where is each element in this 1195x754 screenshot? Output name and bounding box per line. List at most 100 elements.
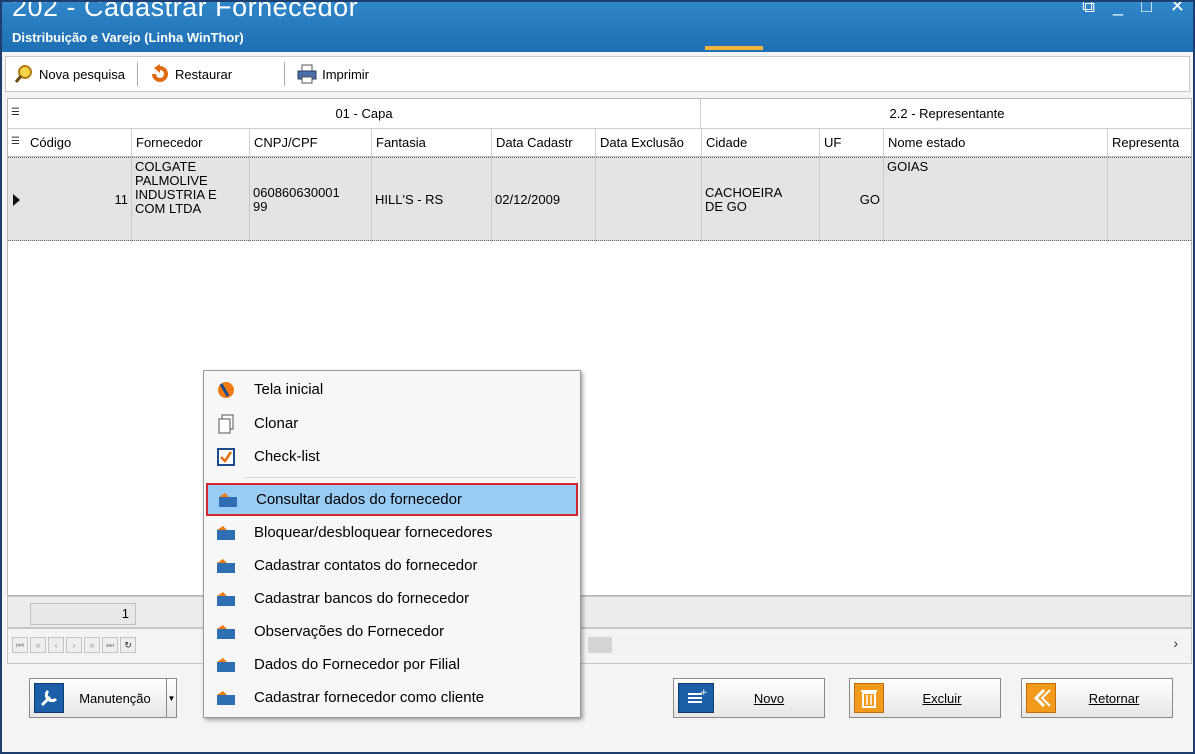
supplier-icon — [214, 589, 238, 609]
menu-item-check-list[interactable]: Check-list — [206, 440, 578, 473]
dropdown-arrow-icon[interactable]: ▼ — [166, 679, 176, 717]
col-fantasia[interactable]: Fantasia — [372, 129, 492, 157]
context-menu: Tela inicial Clonar Check-list Consultar… — [203, 370, 581, 718]
cell-codigo[interactable]: 11 — [26, 158, 132, 242]
menu-item-label: Clonar — [254, 415, 299, 432]
trash-icon — [854, 683, 884, 713]
novo-label: Novo — [753, 690, 785, 706]
cell-cnpj[interactable]: 060860630001 99 — [250, 158, 372, 242]
menu-item-cadastrar-contatos[interactable]: Cadastrar contatos do fornecedor — [206, 549, 578, 582]
cell-nome-estado[interactable]: GOIAS — [884, 158, 1108, 242]
cell-representante[interactable] — [1108, 158, 1191, 242]
current-row-indicator-icon — [13, 194, 20, 206]
supplier-icon — [216, 490, 240, 510]
toolbar-separator — [284, 62, 286, 86]
cell-fantasia[interactable]: HILL'S - RS — [372, 158, 492, 242]
new-record-icon: + — [678, 683, 714, 713]
minimize-window-icon[interactable]: _ — [1113, 2, 1123, 17]
menu-item-cadastrar-bancos[interactable]: Cadastrar bancos do fornecedor — [206, 582, 578, 615]
col-cidade[interactable]: Cidade — [702, 129, 820, 157]
restore-window-icon[interactable]: ⧉ — [1082, 2, 1095, 17]
col-representante[interactable]: Representa — [1108, 129, 1191, 157]
toolbar: Nova pesquisa Restaurar Imprimir — [5, 56, 1190, 92]
novo-button[interactable]: + Novo — [673, 678, 825, 718]
cell-data-exclusao[interactable] — [596, 158, 702, 242]
col-nome-estado[interactable]: Nome estado — [884, 129, 1108, 157]
record-count: 1 — [30, 603, 136, 625]
nova-pesquisa-label: Nova pesquisa — [39, 66, 125, 82]
menu-item-bloquear[interactable]: Bloquear/desbloquear fornecedores — [206, 516, 578, 549]
band-representante: 2.2 - Representante — [889, 106, 1005, 121]
cell-fornecedor[interactable]: COLGATE PALMOLIVE INDUSTRIA E COM LTDA — [132, 158, 250, 242]
last-page-icon[interactable]: ⏭ — [102, 637, 118, 653]
band-header-row: ☰ 01 - Capa 2.2 - Representante — [8, 99, 1191, 129]
menu-item-cadastrar-como-cliente[interactable]: Cadastrar fornecedor como cliente — [206, 681, 578, 714]
menu-item-tela-inicial[interactable]: Tela inicial — [206, 373, 578, 406]
col-uf[interactable]: UF — [820, 129, 884, 157]
manutencao-label: Manutenção — [79, 690, 151, 706]
manutencao-button[interactable]: Manutenção ▼ — [29, 678, 177, 718]
checkbox-icon — [214, 447, 238, 467]
menu-item-label: Cadastrar fornecedor como cliente — [254, 689, 485, 706]
col-data-cadastro[interactable]: Data Cadastr — [492, 129, 596, 157]
imprimir-label: Imprimir — [322, 66, 370, 82]
menu-item-label: Consultar dados do fornecedor — [256, 491, 462, 508]
app-window: 202 - Cadastrar Fornecedor Distribuição … — [0, 0, 1195, 754]
scrollbar-thumb[interactable] — [588, 637, 612, 653]
column-header-row: ☰ Código Fornecedor CNPJ/CPF Fantasia Da… — [8, 129, 1191, 157]
next-page-icon[interactable]: » — [84, 637, 100, 653]
supplier-icon — [214, 655, 238, 675]
supplier-icon — [214, 556, 238, 576]
supplier-grid: ☰ 01 - Capa 2.2 - Representante ☰ Código… — [7, 98, 1192, 596]
menu-item-label: Bloquear/desbloquear fornecedores — [254, 524, 493, 541]
window-subtitle: Distribuição e Varejo (Linha WinThor) — [12, 30, 244, 45]
cell-cidade[interactable]: CACHOEIRA DE GO — [702, 158, 820, 242]
scroll-right-icon[interactable]: › — [1173, 635, 1178, 651]
menu-item-clonar[interactable]: Clonar — [206, 407, 578, 440]
next-record-icon[interactable]: › — [66, 637, 82, 653]
restaurar-label: Restaurar — [175, 66, 233, 82]
supplier-icon — [214, 622, 238, 642]
col-data-exclusao[interactable]: Data Exclusão — [596, 129, 702, 157]
record-navigator: ⏮ « ‹ › » ⏭ ↻ — [12, 637, 136, 653]
table-row[interactable]: 11 COLGATE PALMOLIVE INDUSTRIA E COM LTD… — [8, 157, 1191, 242]
col-fornecedor[interactable]: Fornecedor — [132, 129, 250, 157]
menu-item-label: Cadastrar contatos do fornecedor — [254, 557, 478, 574]
imprimir-button[interactable]: Imprimir — [289, 60, 377, 88]
printer-icon — [297, 64, 317, 84]
close-window-icon[interactable]: ✕ — [1170, 2, 1185, 17]
col-codigo[interactable]: Código — [26, 129, 132, 157]
menu-item-label: Tela inicial — [254, 381, 324, 398]
cell-uf[interactable]: GO — [820, 158, 884, 242]
supplier-icon — [214, 523, 238, 543]
menu-item-observacoes[interactable]: Observações do Fornecedor — [206, 615, 578, 648]
retornar-button[interactable]: Retornar — [1021, 678, 1173, 718]
retornar-label: Retornar — [1088, 690, 1140, 706]
prev-page-icon[interactable]: « — [30, 637, 46, 653]
menu-item-label: Dados do Fornecedor por Filial — [254, 656, 460, 673]
toolbar-separator — [137, 62, 138, 86]
nova-pesquisa-button[interactable]: Nova pesquisa — [6, 60, 133, 88]
excluir-label: Excluir — [922, 690, 962, 706]
svg-text:+: + — [700, 688, 708, 698]
refresh-icon[interactable]: ↻ — [120, 637, 136, 653]
prev-record-icon[interactable]: ‹ — [48, 637, 64, 653]
cell-data-cadastro[interactable]: 02/12/2009 — [492, 158, 596, 242]
restaurar-button[interactable]: Restaurar — [142, 60, 240, 88]
menu-item-consultar-dados[interactable]: Consultar dados do fornecedor — [206, 483, 578, 516]
navigator-bar: ⏮ « ‹ › » ⏭ ↻ › — [7, 628, 1192, 664]
menu-item-dados-filial[interactable]: Dados do Fornecedor por Filial — [206, 648, 578, 681]
band-capa: 01 - Capa — [28, 99, 701, 129]
search-icon — [14, 65, 32, 83]
column-grip-icon[interactable]: ☰ — [11, 136, 20, 147]
maximize-window-icon[interactable]: □ — [1141, 2, 1152, 17]
title-accent-bar — [705, 46, 763, 50]
first-page-icon[interactable]: ⏮ — [12, 637, 28, 653]
excluir-button[interactable]: Excluir — [849, 678, 1001, 718]
clone-icon — [214, 414, 238, 434]
band-grip-icon[interactable]: ☰ — [11, 107, 20, 118]
window-controls: ⧉ _ □ ✕ — [1082, 2, 1185, 17]
menu-item-label: Cadastrar bancos do fornecedor — [254, 590, 470, 607]
horizontal-scrollbar[interactable]: › — [588, 635, 1180, 655]
col-cnpj[interactable]: CNPJ/CPF — [250, 129, 372, 157]
